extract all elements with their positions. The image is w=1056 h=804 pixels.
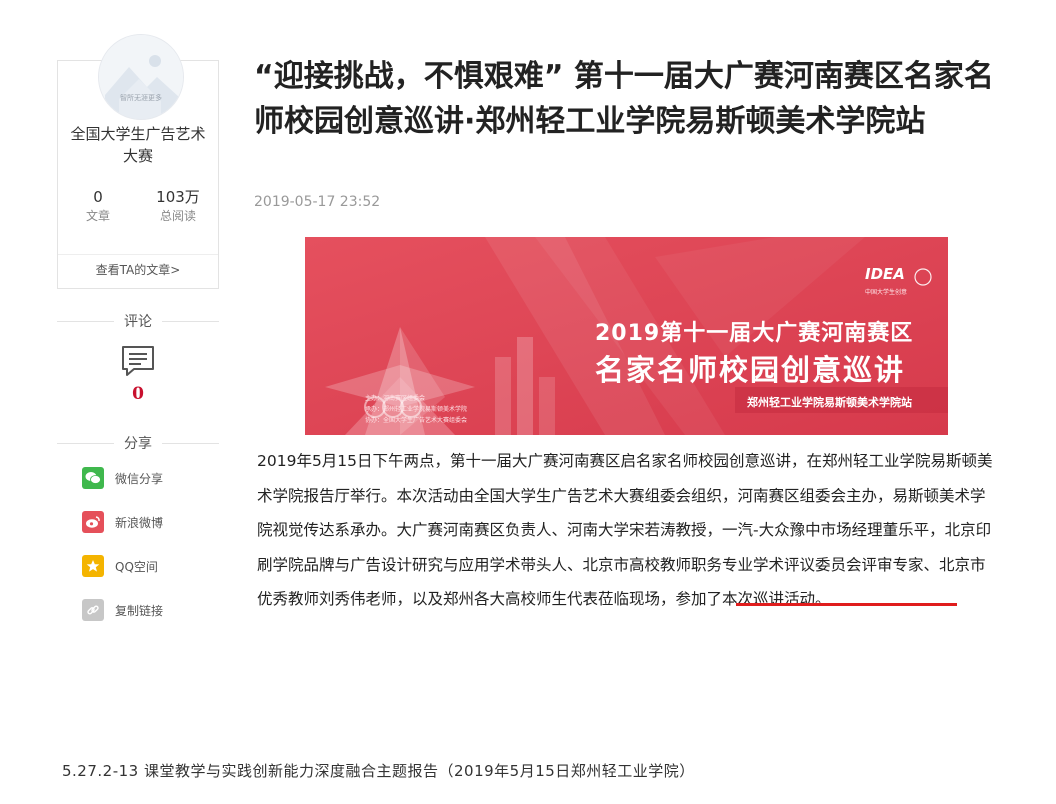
banner-small-text: 协办：全国大学生广告艺术大赛组委会	[365, 417, 468, 424]
banner-small-text: 主办：河南赛区组委会	[365, 395, 426, 402]
share-qzone[interactable]: QQ空间	[82, 555, 158, 577]
comment-count: 0	[132, 384, 144, 404]
comment-icon[interactable]	[120, 344, 156, 378]
divider	[57, 320, 114, 322]
banner-logo-caption: 中国大学生创意	[865, 289, 908, 296]
stat-reads: 103万 总阅读	[138, 187, 218, 225]
author-name[interactable]: 全国大学生广告艺术大赛	[58, 123, 218, 167]
comment-heading: 评论	[124, 314, 152, 330]
view-articles-link[interactable]: 查看TA的文章>	[58, 261, 218, 278]
share-wechat[interactable]: 微信分享	[82, 467, 163, 489]
banner-logo: IDEA	[865, 265, 905, 283]
stat-articles-count: 0	[93, 188, 103, 206]
figure-caption: 5.27.2-13 课堂教学与实践创新能力深度融合主题报告（2019年5月15日…	[62, 762, 695, 780]
link-icon	[82, 599, 104, 621]
article-date: 2019-05-17 23:52	[254, 194, 381, 210]
article-title: “迎接挑战，不惧艰难” 第十一届大广赛河南赛区名家名师校园创意巡讲·郑州轻工业学…	[254, 59, 994, 139]
article-banner-image[interactable]: IDEA 中国大学生创意 2019第十一届大广赛河南赛区 名家名师校园创意巡讲 …	[305, 237, 948, 435]
article-body: 2019年5月15日下午两点，第十一届大广赛河南赛区启名家名师校园创意巡讲，在郑…	[257, 444, 997, 617]
share-copy-link-label: 复制链接	[115, 603, 164, 618]
weibo-icon	[82, 511, 104, 533]
wechat-icon	[82, 467, 104, 489]
share-section-heading: 分享	[57, 433, 219, 453]
comment-section-heading: 评论	[57, 311, 219, 331]
share-weibo[interactable]: 新浪微博	[82, 511, 163, 533]
divider	[57, 442, 114, 444]
article-body-text: 2019年5月15日下午两点，第十一届大广赛河南赛区启名家名师校园创意巡讲，在郑…	[257, 452, 993, 574]
card-divider	[58, 254, 218, 255]
stat-reads-label: 总阅读	[159, 209, 196, 223]
qzone-icon	[82, 555, 104, 577]
share-wechat-label: 微信分享	[115, 471, 164, 486]
stat-reads-count: 103万	[156, 188, 200, 206]
stat-articles: 0 文章	[58, 187, 138, 225]
banner-headline-main: 名家名师校园创意巡讲	[595, 353, 906, 387]
highlight-underline	[736, 603, 957, 606]
stat-articles-label: 文章	[85, 209, 110, 223]
avatar-caption: 智所无涯更多	[120, 94, 162, 102]
divider	[162, 442, 219, 444]
share-copy-link[interactable]: 复制链接	[82, 599, 163, 621]
banner-subtitle: 郑州轻工业学院易斯顿美术学院站	[747, 396, 912, 409]
avatar[interactable]: 智所无涯更多	[98, 34, 184, 120]
share-qzone-label: QQ空间	[115, 559, 158, 574]
author-stats: 0 文章 103万 总阅读	[58, 187, 218, 225]
banner-small-text: 承办：郑州轻工业学院易斯顿美术学院	[365, 406, 468, 413]
banner-headline: 2019第十一届大广赛河南赛区	[595, 321, 914, 346]
divider	[162, 320, 219, 322]
share-heading: 分享	[124, 436, 152, 452]
share-weibo-label: 新浪微博	[115, 515, 164, 530]
